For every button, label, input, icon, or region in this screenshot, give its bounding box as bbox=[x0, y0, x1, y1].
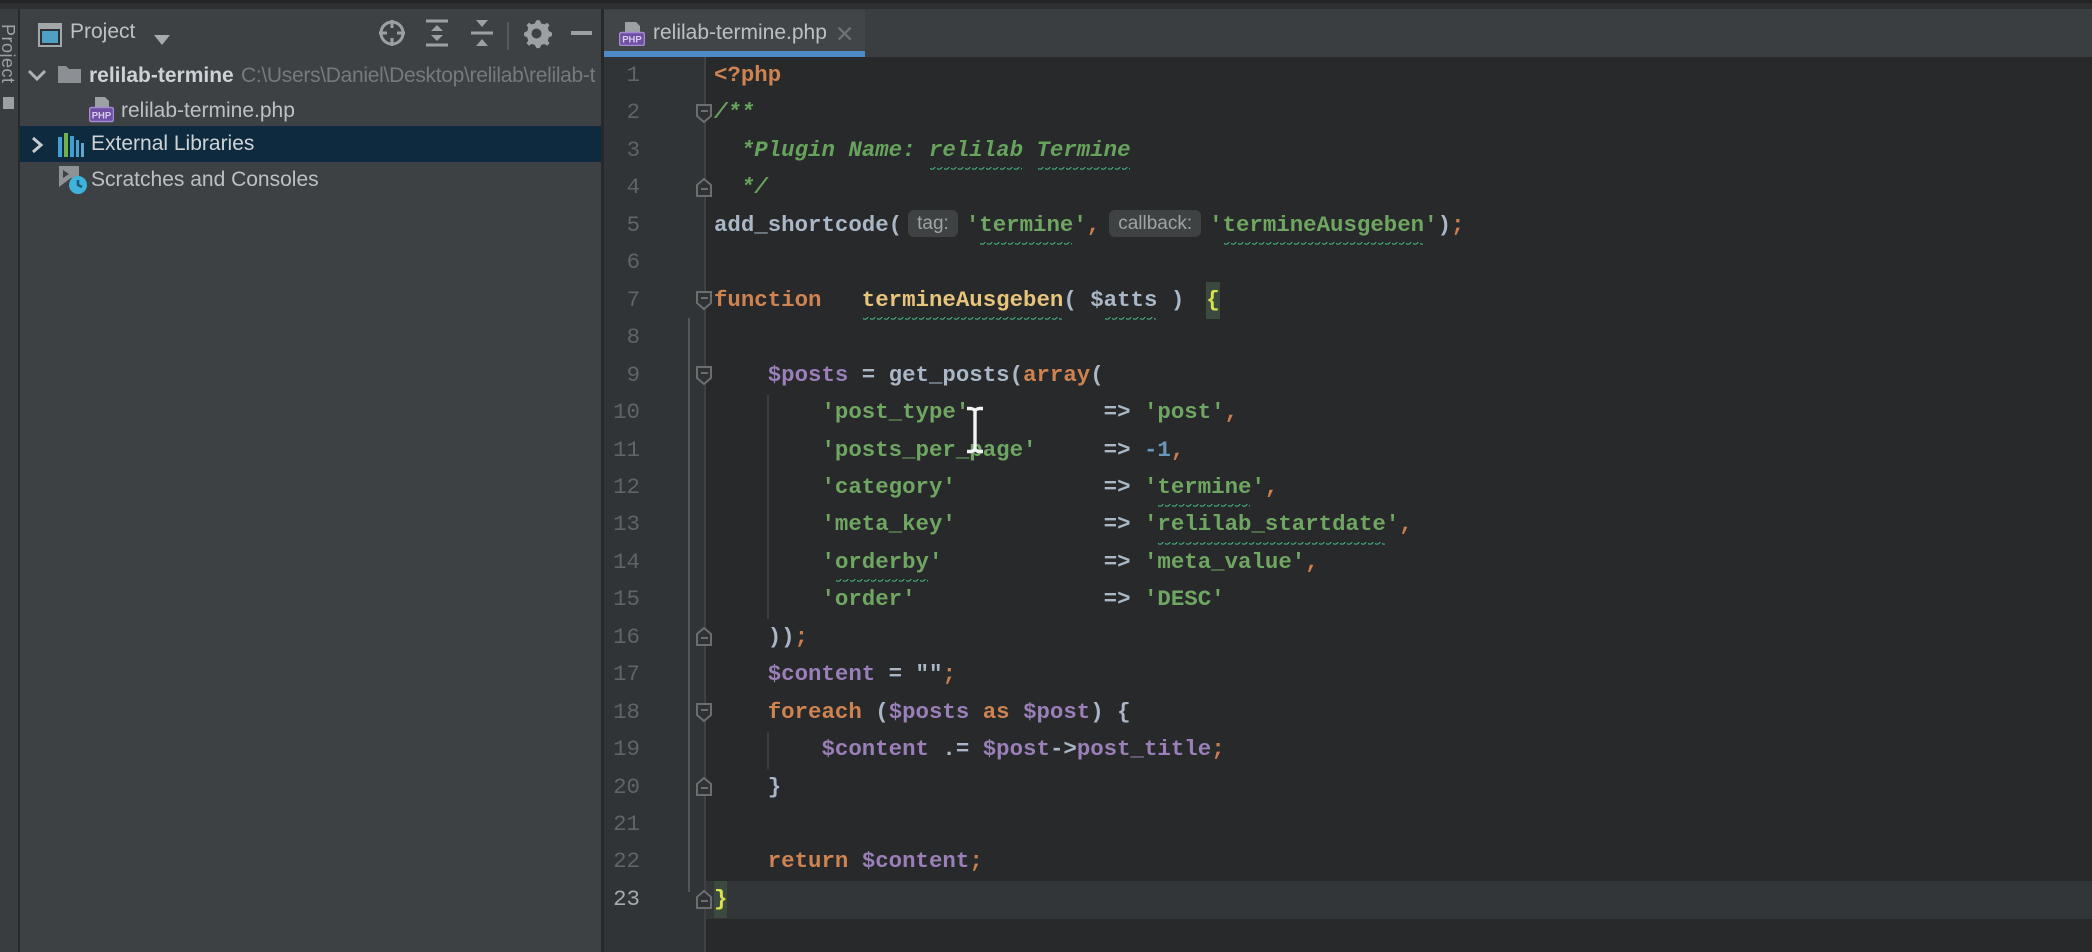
svg-text:PHP: PHP bbox=[92, 111, 112, 122]
svg-text:PHP: PHP bbox=[622, 35, 642, 46]
